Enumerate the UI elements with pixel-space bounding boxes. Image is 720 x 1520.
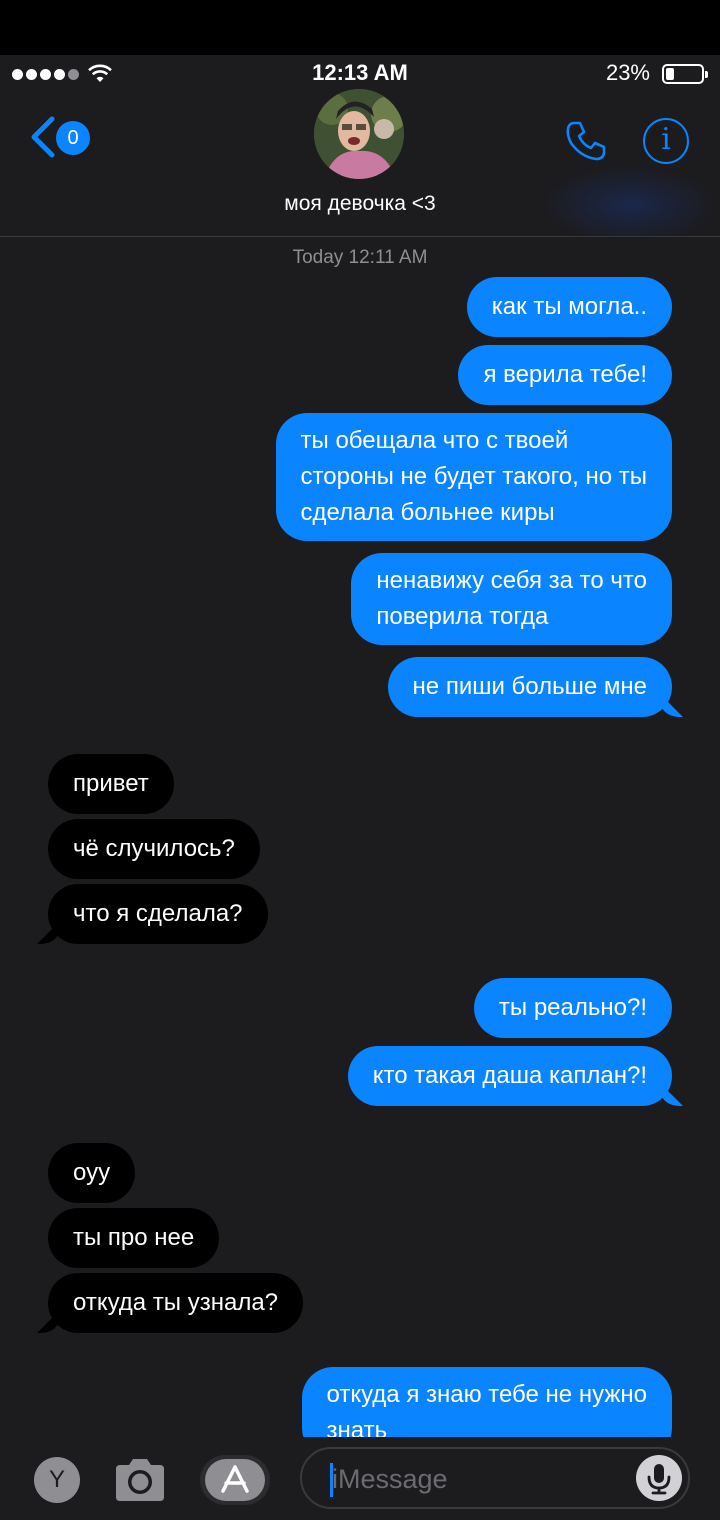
sent-message[interactable]: ненавижу себя за то что поверила тогда — [351, 553, 672, 645]
message-line: я верила тебе! — [483, 361, 647, 388]
message-line: оуу — [73, 1159, 111, 1186]
message-line: откуда я знаю тебе не нужно — [326, 1381, 647, 1408]
message-thread[interactable]: Today 12:11 AM как ты могла.. я верила т… — [0, 237, 720, 1437]
sent-message[interactable]: кто такая даша каплан?! — [347, 1046, 672, 1106]
message-line: привет — [73, 770, 149, 797]
dictation-button[interactable] — [636, 1455, 682, 1501]
received-message[interactable]: привет — [48, 754, 174, 814]
message-input[interactable] — [332, 1457, 622, 1501]
sent-message[interactable]: как ты могла.. — [466, 277, 672, 337]
message-line: чё случилось? — [73, 835, 235, 862]
microphone-icon — [647, 1464, 671, 1495]
conversation-timestamp: Today 12:11 AM — [292, 247, 428, 268]
avatar-photo — [314, 89, 404, 179]
message-line: кто такая даша каплан?! — [372, 1062, 647, 1089]
unread-badge: 0 — [56, 121, 90, 155]
received-message[interactable]: что я сделала? — [48, 884, 268, 944]
received-message[interactable]: оуу — [48, 1143, 136, 1203]
app-store-button[interactable] — [200, 1455, 270, 1505]
message-line: ты реально?! — [498, 994, 647, 1021]
message-line: ты обещала что с твоей — [300, 427, 569, 454]
status-bar: 12:13 AM 23% — [0, 55, 720, 91]
background-glow — [540, 165, 720, 245]
conversation-header: 12:13 AM 23% 0 моя девочка <3 i — [0, 55, 720, 245]
received-message[interactable]: ты про нее — [48, 1208, 220, 1268]
message-line: сделала больнее киры — [300, 499, 555, 526]
sent-message[interactable]: откуда я знаю тебе не нужно знать — [301, 1367, 672, 1437]
contact-avatar[interactable] — [314, 89, 404, 179]
message-line: поверила тогда — [376, 603, 549, 630]
chevron-left-icon — [31, 116, 55, 158]
back-button[interactable]: 0 — [28, 113, 92, 161]
sent-message[interactable]: ты реально?! — [473, 978, 672, 1038]
message-line: ты про нее — [73, 1224, 195, 1251]
message-line: стороны не будет такого, но ты — [300, 463, 647, 490]
compose-bar: Y — [0, 1437, 720, 1520]
message-line: как ты могла.. — [491, 293, 647, 320]
info-icon[interactable]: i — [643, 118, 689, 164]
sent-message[interactable]: ты обещала что с твоей стороны не будет … — [275, 413, 672, 541]
message-line: не пиши больше мне — [412, 673, 647, 700]
sent-message[interactable]: я верила тебе! — [458, 345, 672, 405]
battery-percentage: 23% — [605, 60, 650, 85]
battery-icon — [662, 64, 708, 84]
top-bezel — [0, 0, 720, 55]
received-message[interactable]: чё случилось? — [48, 819, 260, 879]
message-line: ненавижу себя за то что — [376, 567, 647, 594]
camera-icon[interactable] — [112, 1457, 168, 1503]
message-line: знать — [326, 1417, 388, 1437]
received-message[interactable]: откуда ты узнала? — [48, 1273, 304, 1333]
sent-message[interactable]: не пиши больше мне — [387, 657, 672, 717]
app-store-icon — [221, 1465, 249, 1493]
phone-icon[interactable] — [562, 117, 610, 165]
message-line: что я сделала? — [73, 900, 243, 927]
app-drawer-y-button[interactable]: Y — [34, 1457, 80, 1503]
imessage-field[interactable] — [300, 1447, 690, 1509]
message-line: откуда ты узнала? — [73, 1289, 279, 1316]
